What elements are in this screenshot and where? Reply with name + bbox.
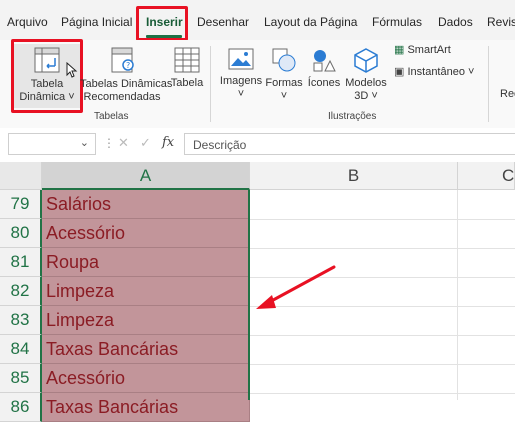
ribbon-group-separator-2 [488,46,489,122]
cell-a84[interactable]: Taxas Bancárias [42,335,250,364]
3d-models-label-1: Modelos [345,77,387,89]
shapes-chevron: ˅ [280,90,288,102]
shapes-icon [272,48,296,72]
cell-a79[interactable]: Salários [42,190,250,219]
camera-icon: ▣ [394,66,405,78]
tab-arquivo[interactable]: Arquivo [7,15,48,29]
column-header-b[interactable]: B [250,162,458,190]
svg-text:?: ? [126,61,130,70]
icons-gallery-icon [313,50,336,72]
table-label: Tabela [170,77,204,89]
row-header[interactable]: 85 [0,364,42,393]
cell-a81[interactable]: Roupa [42,248,250,277]
cell-a83[interactable]: Limpeza [42,306,250,335]
gridline [250,219,515,220]
cube-icon [354,48,378,73]
smartart-icon: ▦ [394,44,405,56]
row-header[interactable]: 81 [0,248,42,277]
table-icon [174,47,200,73]
screenshot-button[interactable]: ▣ Instantâneo ˅ [394,66,486,82]
row-header[interactable]: 79 [0,190,42,219]
formula-input[interactable]: Descrição [184,133,515,155]
recommended-charts-label: Rec [500,88,515,100]
formula-content: Descrição [193,138,247,152]
gridline [457,190,458,400]
3d-models-label-2: 3D ˅ [354,90,378,102]
images-label: Imagens [219,75,263,87]
group-label-ilustracoes: Ilustrações [328,111,377,122]
smartart-button[interactable]: ▦ SmartArt [394,44,482,60]
chevron-down-icon[interactable]: ⌄ [80,136,89,149]
ribbon-group-separator [210,46,211,122]
shapes-button[interactable]: Formas ˅ [264,44,304,108]
row-header[interactable]: 83 [0,306,42,335]
cell-a86[interactable]: Taxas Bancárias [42,393,250,422]
ribbon-tab-bar: Arquivo Página Inicial Inserir Desenhar … [0,0,515,40]
images-chevron: ˅ [237,88,245,100]
cell-a80[interactable]: Acessório [42,219,250,248]
row-header[interactable]: 84 [0,335,42,364]
image-icon [228,48,254,70]
gridline [250,248,515,249]
icons-label: Ícones [307,77,341,89]
tab-layout-da-pagina[interactable]: Layout da Página [264,15,357,29]
recommended-pivot-icon: ? [111,47,134,73]
annotation-arrow-icon [256,265,336,309]
column-header-a[interactable]: A [42,162,250,190]
tab-pagina-inicial[interactable]: Página Inicial [61,15,132,29]
insert-function-icon[interactable]: fx [162,135,174,150]
row-header[interactable]: 82 [0,277,42,306]
icons-button[interactable]: Ícones [306,44,342,108]
tab-dados[interactable]: Dados [438,15,473,29]
smartart-label: SmartArt [407,44,451,56]
tab-revisao[interactable]: Revis [487,15,515,29]
row-header[interactable]: 80 [0,219,42,248]
gridline [250,393,515,394]
images-button[interactable]: Imagens ˅ [218,44,264,108]
group-label-tabelas: Tabelas [94,111,129,122]
column-header-c[interactable]: C [458,162,515,190]
shapes-label: Formas [265,77,303,89]
cell-a82[interactable]: Limpeza [42,277,250,306]
gridline [250,364,515,365]
tab-formulas[interactable]: Fórmulas [372,15,422,29]
gridline [250,335,515,336]
cell-a85[interactable]: Acessório [42,364,250,393]
recommended-pivot-label-2: Recomendadas [83,91,161,103]
cancel-entry-icon[interactable]: ✕ [118,135,129,151]
mouse-cursor-icon [66,62,78,78]
recommended-charts-button[interactable]: Rec [500,88,515,102]
tab-inserir-highlight [136,6,188,41]
name-box[interactable]: ⌄ [8,133,96,155]
recommended-pivot-label-1: Tabelas Dinâmicas [80,78,173,90]
3d-models-button[interactable]: Modelos 3D ˅ [344,44,388,108]
table-button[interactable]: Tabela [168,44,206,108]
select-all-corner[interactable] [0,162,42,190]
tab-desenhar[interactable]: Desenhar [197,15,249,29]
recommended-pivot-tables-button[interactable]: ? Tabelas Dinâmicas Recomendadas [80,44,173,108]
confirm-entry-icon[interactable]: ✓ [140,135,151,151]
screenshot-label: Instantâneo ˅ [407,66,475,78]
more-options-icon[interactable]: ⋮ [103,136,115,150]
row-header[interactable]: 86 [0,393,42,422]
